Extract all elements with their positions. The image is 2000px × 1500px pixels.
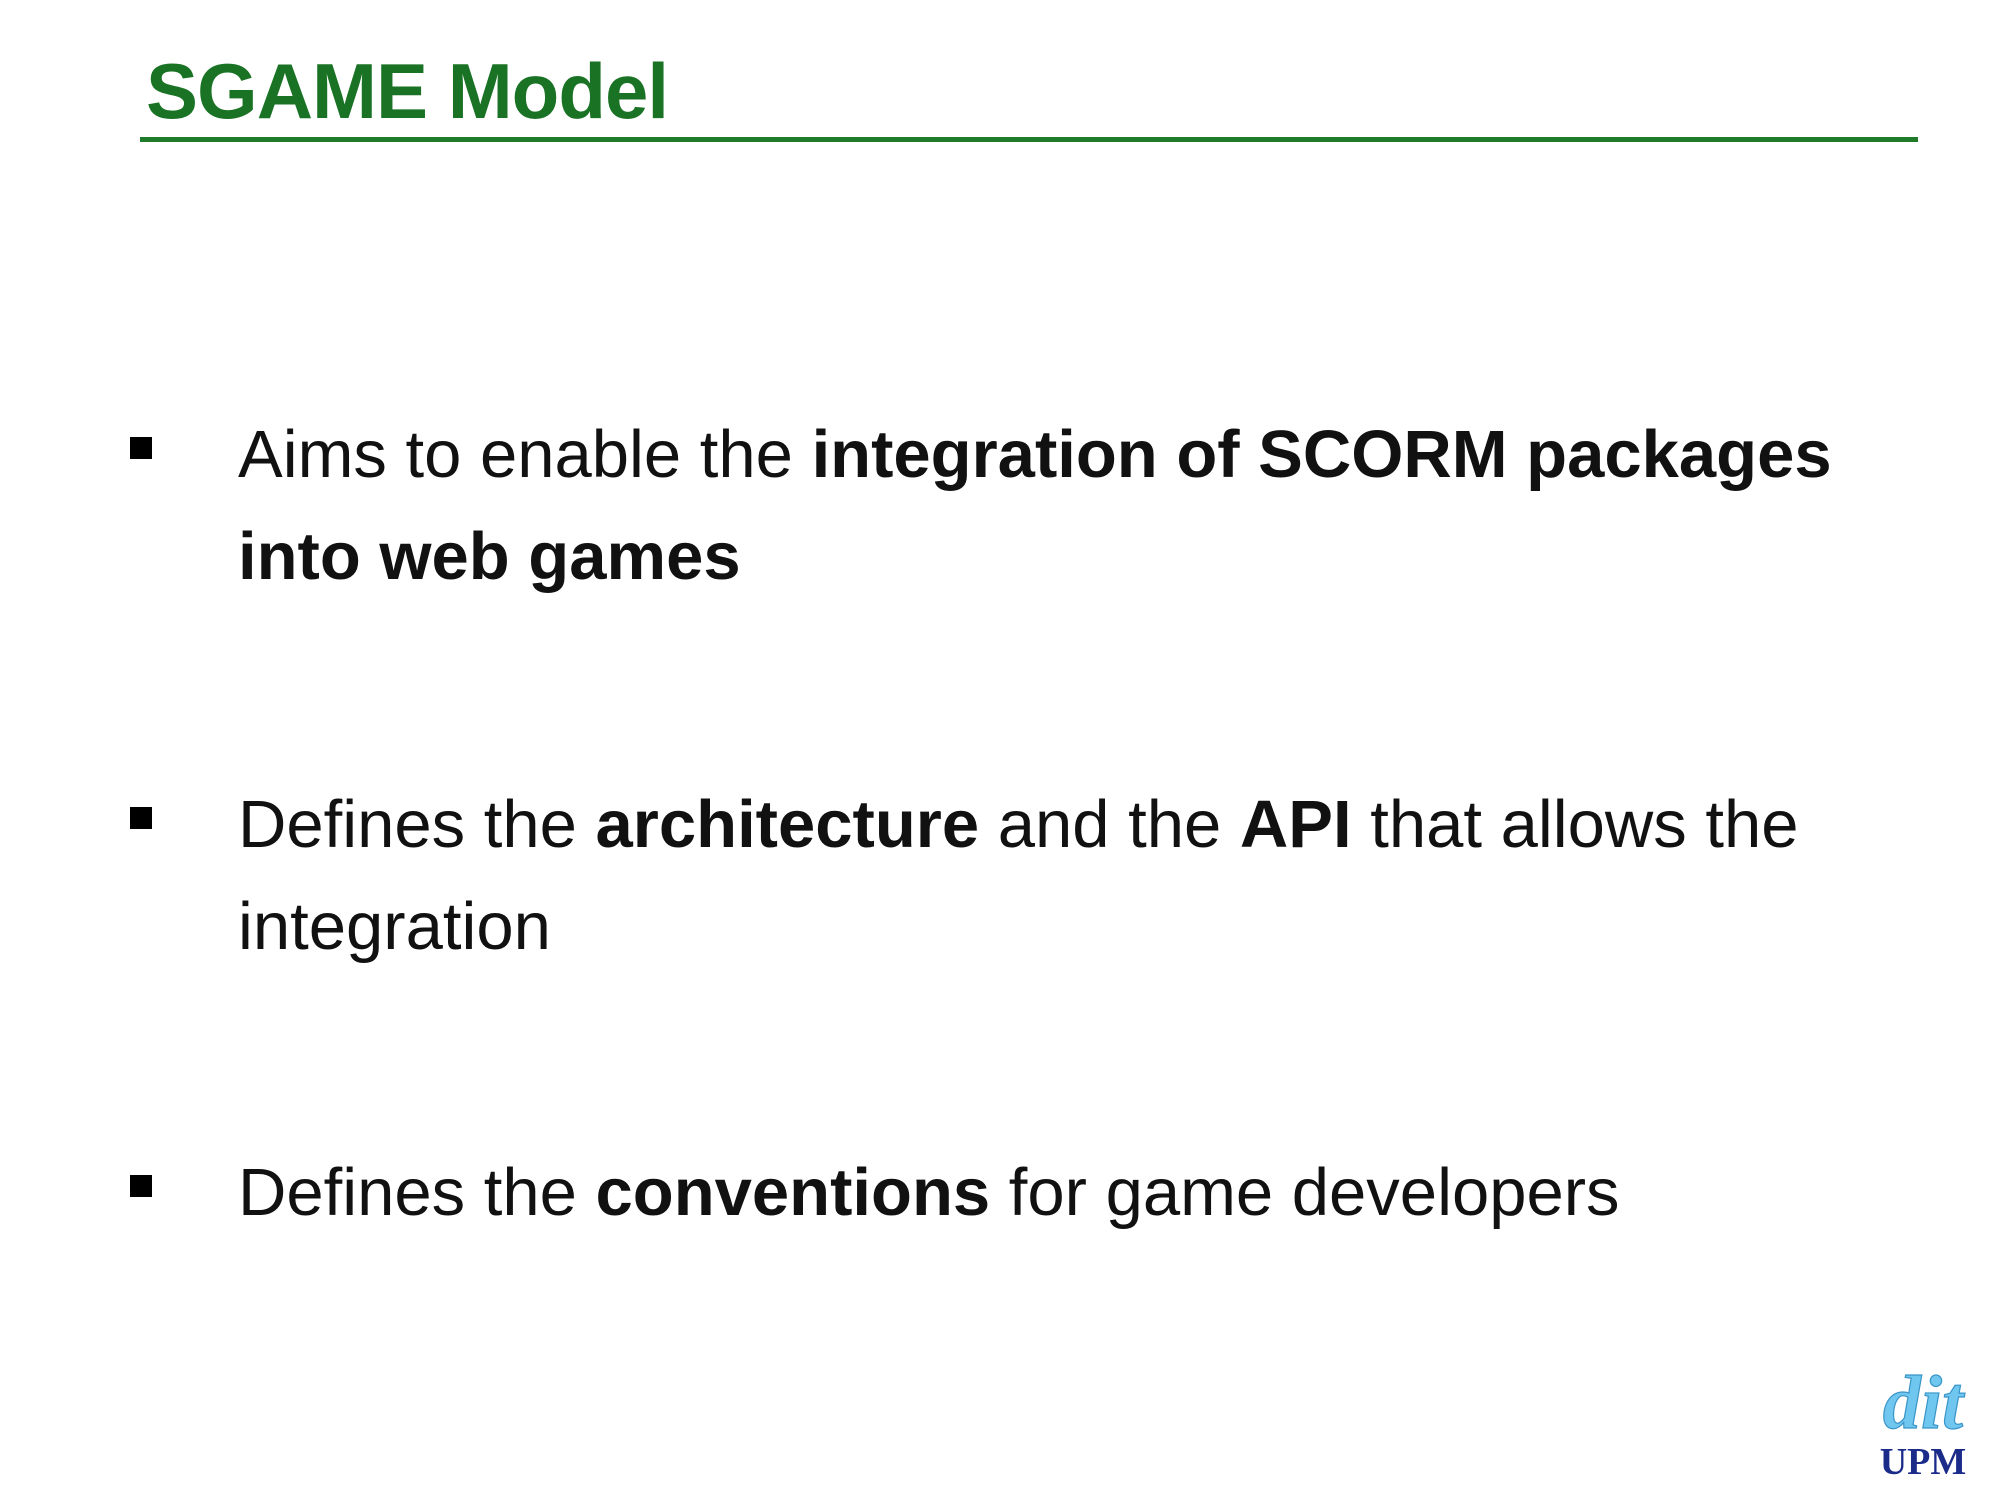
square-bullet-icon	[130, 437, 152, 459]
bullet-list: Aims to enable the integration of SCORM …	[0, 0, 2000, 1500]
bullet-segment-bold: conventions	[595, 1155, 991, 1230]
logo-dit-text: dit	[1883, 1366, 1966, 1445]
bullet-segment-bold: API	[1239, 787, 1352, 862]
bullet-segment: for game developers	[990, 1155, 1620, 1230]
bullet-text: Defines the conventions for game develop…	[238, 1142, 1888, 1244]
square-bullet-icon	[130, 1175, 152, 1197]
dit-upm-logo-graphic: dit UPM	[1880, 1360, 1967, 1483]
bullet-segment: Defines the	[238, 787, 596, 862]
square-bullet-icon	[130, 807, 152, 829]
bullet-segment-bold: architecture	[595, 787, 980, 862]
bullet-segment: Defines the	[238, 1155, 596, 1230]
bullet-segment: and the	[979, 787, 1240, 862]
bullet-text: Aims to enable the integration of SCORM …	[238, 404, 1888, 608]
bullet-text: Defines the architecture and the API tha…	[238, 774, 1888, 978]
logo-upm-text: UPM	[1880, 1441, 1967, 1482]
bullet-segment: Aims to enable the	[238, 417, 812, 492]
dit-upm-logo: dit UPM	[1868, 1360, 1978, 1483]
